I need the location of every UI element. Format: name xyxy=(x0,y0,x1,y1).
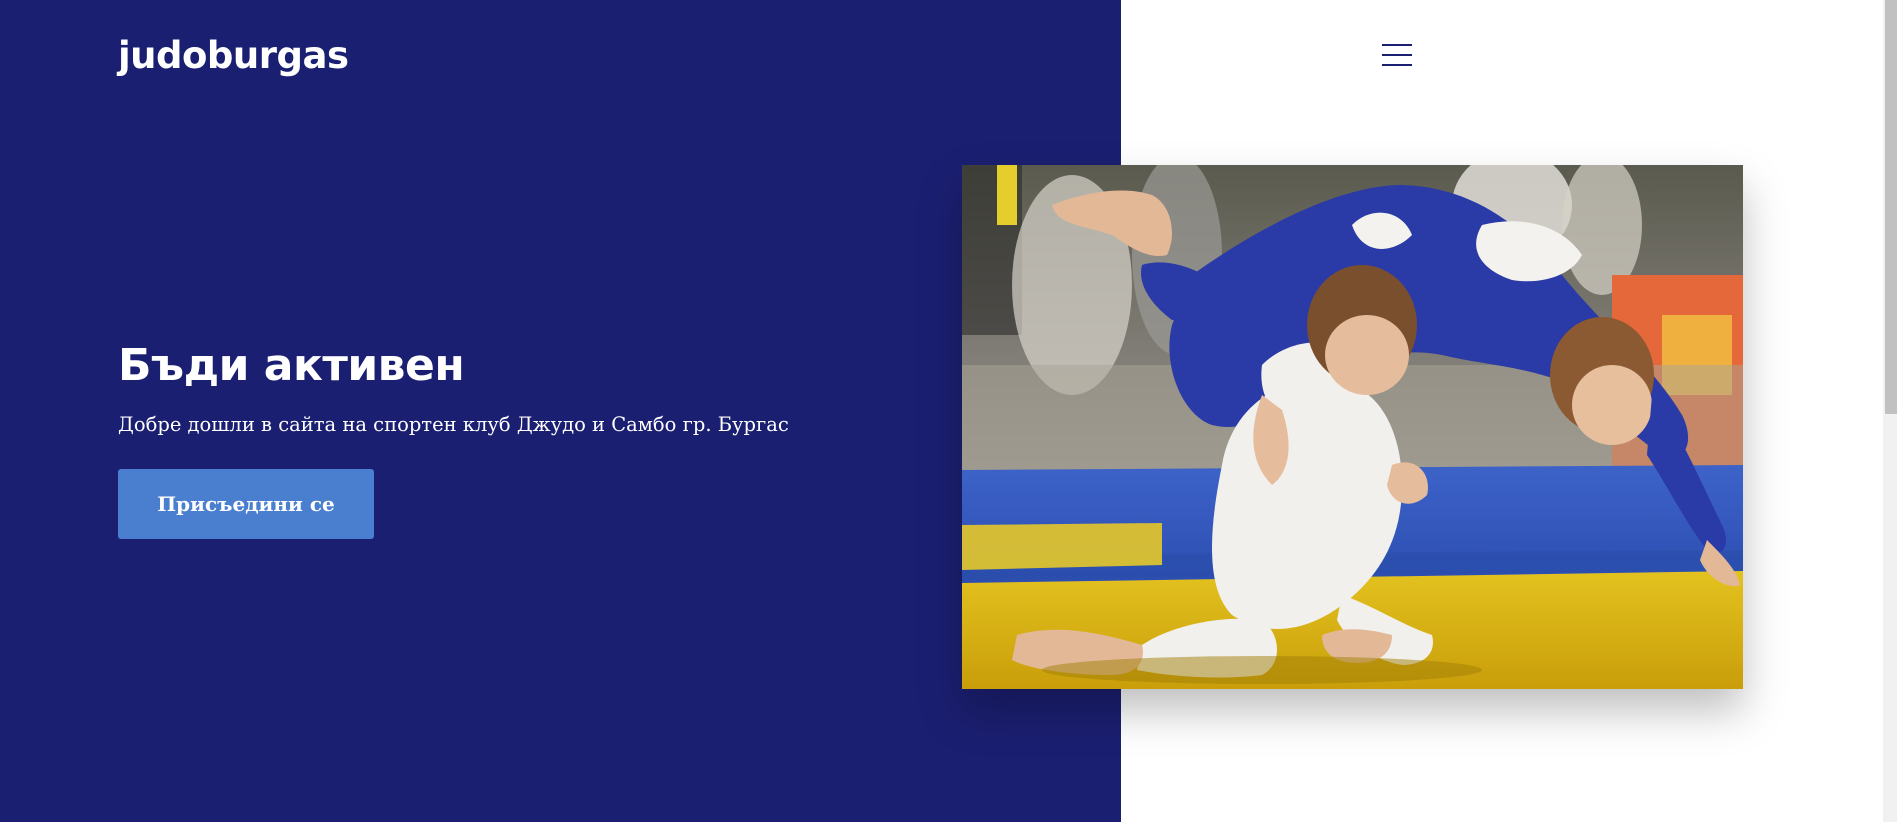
judo-photo-illustration xyxy=(962,165,1743,689)
hero-subtitle: Добре дошли в сайта на спортен клуб Джуд… xyxy=(118,413,789,436)
site-logo[interactable]: judoburgas xyxy=(118,30,349,82)
join-button[interactable]: Присъедини се xyxy=(118,469,374,539)
menu-line xyxy=(1382,54,1412,56)
hamburger-menu-icon[interactable] xyxy=(1376,38,1418,72)
menu-line xyxy=(1382,44,1412,46)
scrollbar-thumb[interactable] xyxy=(1885,0,1897,414)
menu-line xyxy=(1382,64,1412,66)
hero-title: Бъди активен xyxy=(118,340,465,391)
hero-image xyxy=(962,165,1743,689)
